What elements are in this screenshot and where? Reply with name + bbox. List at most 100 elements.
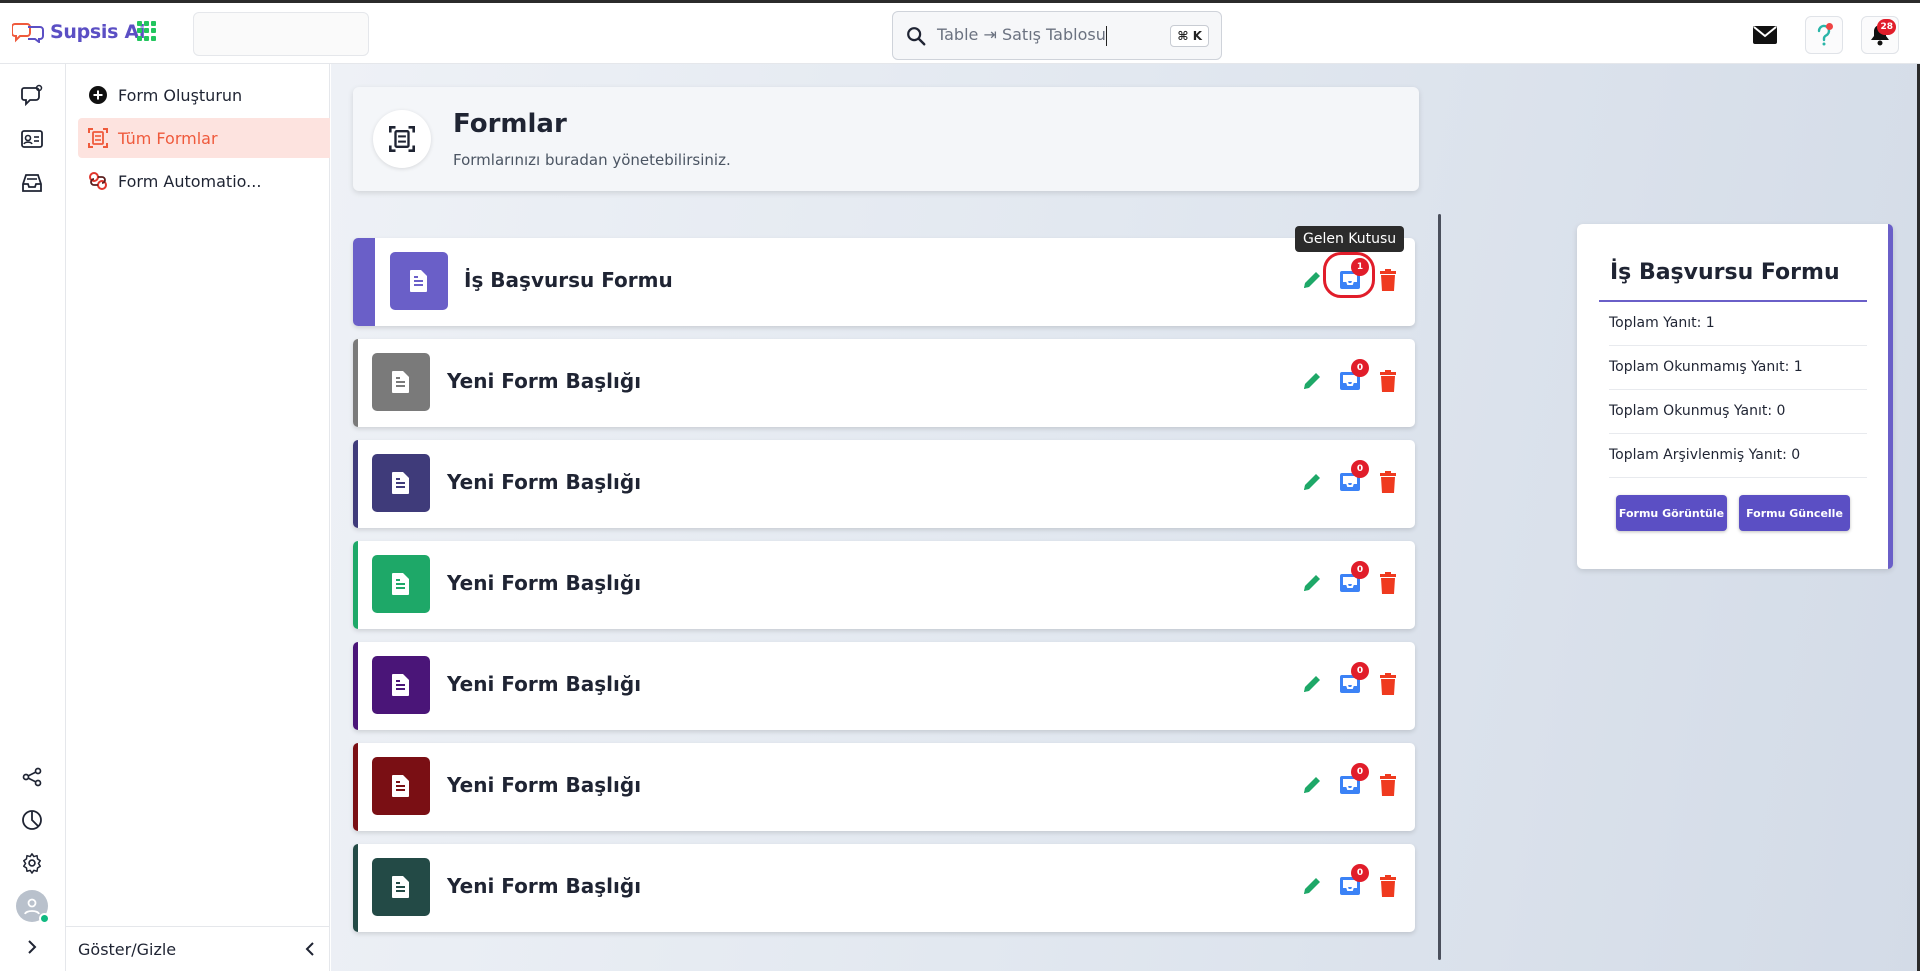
- sidebar-item-create-form[interactable]: Form Oluşturun: [78, 75, 330, 115]
- document-icon: [372, 555, 430, 613]
- form-card[interactable]: Yeni Form Başlığı 0: [353, 541, 1415, 629]
- stats-title-underline: [1599, 300, 1867, 302]
- edit-button[interactable]: [1301, 369, 1323, 393]
- sidebar-item-label: Tüm Formlar: [118, 128, 218, 148]
- inbox-button[interactable]: 0: [1339, 561, 1369, 595]
- automation-icon: [88, 171, 108, 191]
- inbox-count-badge: 0: [1351, 864, 1369, 882]
- form-actions: 0: [1301, 460, 1399, 494]
- delete-button[interactable]: [1377, 369, 1399, 393]
- form-card[interactable]: Yeni Form Başlığı 0: [353, 339, 1415, 427]
- delete-button[interactable]: [1377, 874, 1399, 898]
- sidebar-item-label: Form Oluşturun: [118, 85, 243, 105]
- sidebar-item-all-forms[interactable]: Tüm Formlar: [78, 118, 330, 158]
- pencil-icon: [1304, 878, 1320, 894]
- stats-accent-bar: [1888, 224, 1893, 569]
- form-accent-bar: [353, 440, 358, 528]
- page-title: Formlar: [453, 109, 567, 139]
- form-actions: 0: [1301, 763, 1399, 797]
- rail-inbox[interactable]: [19, 170, 45, 196]
- apps-grid-icon[interactable]: [137, 21, 157, 41]
- edit-button[interactable]: [1301, 773, 1323, 797]
- chevron-left-icon[interactable]: [304, 941, 316, 957]
- form-accent-bar: [353, 541, 358, 629]
- inbox-button[interactable]: 0: [1339, 359, 1369, 393]
- edit-button[interactable]: [1301, 470, 1323, 494]
- mail-button[interactable]: [1746, 16, 1784, 54]
- online-status-dot: [39, 913, 50, 924]
- main-content: Formlar Formlarınızı buradan yönetebilir…: [331, 64, 1920, 971]
- form-accent-bar: [353, 743, 358, 831]
- help-alert-dot: [1826, 23, 1833, 30]
- update-form-button[interactable]: Formu Güncelle: [1739, 495, 1850, 531]
- inbox-button[interactable]: 0: [1339, 864, 1369, 898]
- form-title: Yeni Form Başlığı: [447, 773, 642, 797]
- form-card[interactable]: Yeni Form Başlığı 0: [353, 440, 1415, 528]
- avatar[interactable]: [16, 890, 50, 924]
- pencil-icon: [1304, 777, 1320, 793]
- delete-button[interactable]: [1377, 672, 1399, 696]
- form-card[interactable]: Yeni Form Başlığı 0: [353, 743, 1415, 831]
- trash-icon: [1380, 774, 1396, 796]
- form-card[interactable]: İş Başvursu Formu 1: [353, 238, 1415, 326]
- stat-unread-responses: Toplam Okunmamış Yanıt: 1: [1609, 359, 1867, 390]
- rail-integrations[interactable]: [19, 764, 45, 790]
- edit-button[interactable]: [1301, 874, 1323, 898]
- document-icon: [372, 757, 430, 815]
- rail-contacts[interactable]: [19, 126, 45, 152]
- workspace-selector[interactable]: [193, 12, 369, 56]
- form-card[interactable]: Yeni Form Başlığı 0: [353, 642, 1415, 730]
- rail-reports[interactable]: [19, 807, 45, 833]
- stat-archived-responses: Toplam Arşivlenmiş Yanıt: 0: [1609, 447, 1867, 478]
- inbox-count-badge: 0: [1351, 359, 1369, 377]
- form-title: Yeni Form Başlığı: [447, 672, 642, 696]
- form-actions: 0: [1301, 662, 1399, 696]
- inbox-count-badge: 0: [1351, 763, 1369, 781]
- inbox-button[interactable]: 0: [1339, 662, 1369, 696]
- inbox-button[interactable]: 1: [1323, 252, 1375, 298]
- form-card[interactable]: Yeni Form Başlığı 0: [353, 844, 1415, 932]
- stat-total-responses: Toplam Yanıt: 1: [1609, 315, 1867, 346]
- search-shortcut-hint: ⌘ K: [1170, 24, 1209, 47]
- inbox-count-badge: 0: [1351, 662, 1369, 680]
- stats-form-title: İş Başvursu Formu: [1610, 260, 1840, 285]
- inbox-button[interactable]: 0: [1339, 460, 1369, 494]
- form-accent-bar: [353, 339, 358, 427]
- trash-icon: [1380, 370, 1396, 392]
- sidebar-item-form-automation[interactable]: Form Automatio...: [78, 161, 330, 201]
- form-scan-icon: [88, 128, 108, 148]
- gear-icon: [23, 853, 41, 874]
- delete-button[interactable]: [1377, 773, 1399, 797]
- edit-button[interactable]: [1301, 672, 1323, 696]
- rail-conversations[interactable]: [19, 82, 45, 108]
- forms-sidebar: Form Oluşturun Tüm Formlar Form Automati…: [66, 64, 330, 971]
- page-subtitle: Formlarınızı buradan yönetebilirsiniz.: [453, 151, 731, 169]
- form-stats-card: İş Başvursu Formu Toplam Yanıt: 1 Toplam…: [1577, 224, 1893, 569]
- document-icon: [372, 656, 430, 714]
- edit-button[interactable]: [1301, 571, 1323, 595]
- delete-button[interactable]: [1377, 470, 1399, 494]
- notification-count-badge: 28: [1877, 19, 1896, 35]
- expand-rail-button[interactable]: [19, 934, 45, 960]
- chevron-right-icon: [28, 940, 37, 954]
- trash-icon: [1380, 875, 1396, 897]
- trash-icon: [1380, 572, 1396, 594]
- user-icon: [24, 898, 40, 915]
- edit-button[interactable]: [1301, 268, 1323, 292]
- help-button[interactable]: [1805, 16, 1843, 54]
- document-icon: [390, 252, 448, 310]
- delete-button[interactable]: [1377, 571, 1399, 595]
- rail-settings[interactable]: [19, 850, 45, 876]
- search-query-text: Table ⇥ Satış Tablosu: [937, 25, 1107, 46]
- contact-card-icon: [21, 130, 43, 148]
- app-logo[interactable]: Supsis Ai: [12, 21, 145, 43]
- notifications-button[interactable]: 28: [1861, 16, 1899, 54]
- delete-button[interactable]: [1377, 268, 1399, 292]
- sidebar-toggle-bar[interactable]: Göster/Gizle: [66, 926, 330, 971]
- form-accent-bar: [353, 238, 375, 326]
- inbox-button[interactable]: 0: [1339, 763, 1369, 797]
- search-input[interactable]: Table ⇥ Satış Tablosu ⌘ K: [892, 11, 1222, 60]
- form-accent-bar: [353, 844, 358, 932]
- view-form-button[interactable]: Formu Görüntüle: [1616, 495, 1727, 531]
- form-actions: 1: [1301, 252, 1399, 298]
